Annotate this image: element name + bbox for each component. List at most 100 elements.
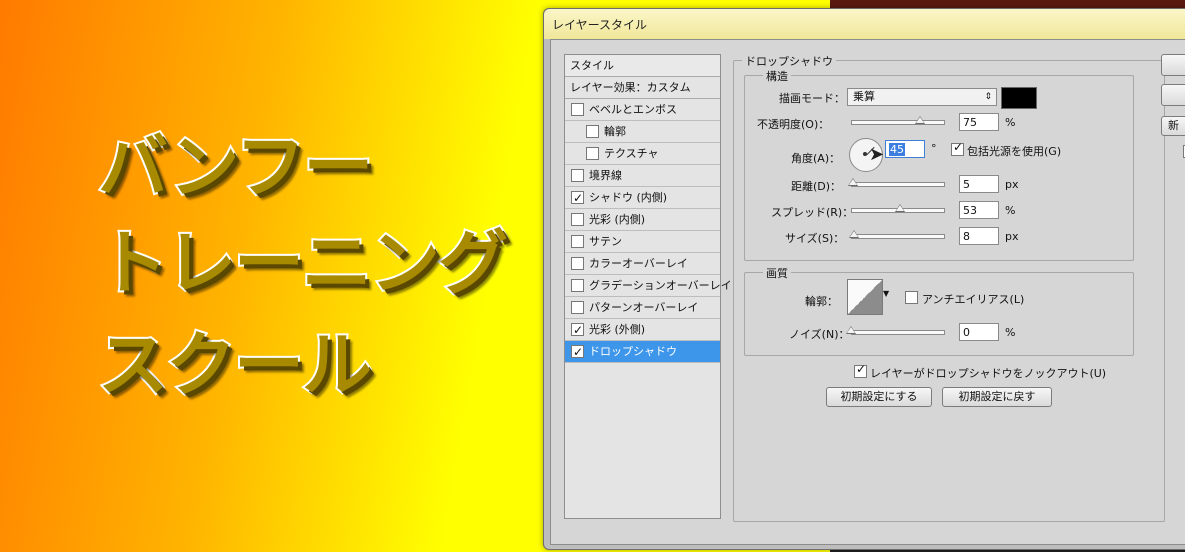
style-item-label: 光彩 (内側) [589,213,646,226]
checkmark-icon: ✓ [856,362,867,376]
style-list-item[interactable]: カラーオーバーレイ [565,253,720,275]
angle-input[interactable]: 45 [885,140,925,158]
style-list-item[interactable]: 境界線 [565,165,720,187]
size-label: サイズ(S)： [785,232,845,245]
dialog-body: スタイル レイヤー効果：カスタム ベベルとエンボス輪郭テクスチャ境界線 ✓ シャドウ… [550,39,1185,545]
distance-unit: px [1005,178,1019,191]
style-list-item[interactable]: ベベルとエンボス [565,99,720,121]
style-item-checkbox[interactable] [571,279,584,292]
blend-mode-select[interactable]: 乗算 ⇕ [847,88,997,106]
opacity-slider-thumb[interactable] [915,116,925,124]
distance-input[interactable]: 5 [959,175,999,193]
style-item-checkbox[interactable]: ✓ [571,191,584,205]
antialias-checkbox[interactable] [905,291,918,304]
distance-slider[interactable] [851,182,945,187]
style-list-item[interactable]: パターンオーバーレイ [565,297,720,319]
contour-label: 輪郭： [805,295,838,308]
style-list-item[interactable]: サテン [565,231,720,253]
global-light-checkbox[interactable]: ✓ [951,140,964,156]
opacity-label: 不透明度(O)： [757,118,830,131]
style-list-item[interactable]: テクスチャ [565,143,720,165]
checkmark-icon: ✓ [573,191,584,205]
style-item-checkbox[interactable] [571,235,584,248]
spread-slider-thumb[interactable] [894,204,905,212]
poster-line-2: トレーニング [96,222,510,304]
structure-group: 構造 描画モード： 乗算 ⇕ 不透明度(O)： 75 % 角度(A)： ➤ 45… [744,68,1134,261]
style-item-label: テクスチャ [604,147,659,160]
spread-unit: % [1005,204,1016,217]
spread-input[interactable]: 53 [959,201,999,219]
dialog-titlebar[interactable]: レイヤースタイル [544,9,1185,39]
new-style-button[interactable]: 新 [1161,116,1185,136]
style-item-checkbox[interactable]: ✓ [571,345,584,359]
style-item-label: グラデーションオーバーレイ [589,279,732,292]
size-input[interactable]: 8 [959,227,999,245]
style-list-item[interactable]: グラデーションオーバーレイ [565,275,732,297]
style-list-blending-options[interactable]: レイヤー効果：カスタム [565,77,720,99]
style-item-checkbox[interactable] [571,257,584,270]
poster-line-3: スクール [96,324,374,406]
contour-preview[interactable] [847,279,883,315]
blend-mode-value: 乗算 [853,90,875,103]
style-list: スタイル レイヤー効果：カスタム ベベルとエンボス輪郭テクスチャ境界線 ✓ シャドウ… [564,54,732,519]
poster-line-1: バンフー [96,126,375,208]
select-arrows-icon: ⇕ [984,92,992,102]
style-item-label: ベベルとエンボス [589,103,677,116]
style-list-item[interactable]: 輪郭 [565,121,720,143]
contour-dropdown-icon[interactable]: ▼ [883,289,889,298]
make-default-button[interactable]: 初期設定にする [826,387,932,407]
distance-slider-thumb[interactable] [847,178,858,186]
size-slider-thumb[interactable] [848,230,859,238]
style-item-checkbox[interactable] [571,103,584,116]
style-item-checkbox[interactable] [571,301,584,314]
checkmark-icon: ✓ [953,140,964,154]
opacity-slider[interactable] [851,120,945,125]
quality-group: 画質 輪郭： ▼ アンチエイリアス(L) ノイズ(N)： 0 % [744,265,1134,356]
opacity-unit: % [1005,116,1016,129]
drop-shadow-group: ドロップシャドウ 構造 描画モード： 乗算 ⇕ 不透明度(O)： 75 % 角度… [733,53,1165,522]
noise-unit: % [1005,326,1016,339]
style-item-label: 光彩 (外側) [589,323,646,336]
style-item-label: シャドウ (内側) [589,191,668,204]
style-item-checkbox[interactable] [586,147,599,160]
opacity-input[interactable]: 75 [959,113,999,131]
knockout-label[interactable]: レイヤーがドロップシャドウをノックアウト(U) [870,365,1106,381]
noise-slider-thumb[interactable] [846,326,856,334]
size-slider[interactable] [851,234,945,239]
style-item-label: 境界線 [589,169,622,182]
reset-default-button[interactable]: 初期設定に戻す [942,387,1052,407]
cursor-arrow-icon: ➤ [869,144,885,165]
style-item-label: 輪郭 [604,125,626,138]
layer-style-dialog: レイヤースタイル スタイル レイヤー効果：カスタム ベベルとエンボス輪郭テクスチ… [543,8,1185,550]
style-item-label: ドロップシャドウ [589,345,677,358]
style-item-label: サテン [589,235,622,248]
style-item-checkbox[interactable] [586,125,599,138]
distance-label: 距離(D)： [791,180,842,193]
ok-button[interactable] [1161,54,1185,76]
style-list-item[interactable]: ✓ 光彩 (外側) [565,319,720,341]
style-item-checkbox[interactable] [571,169,584,182]
structure-group-title: 構造 [763,68,791,84]
style-item-label: カラーオーバーレイ [589,257,688,270]
quality-group-title: 画質 [763,265,791,281]
style-item-checkbox[interactable] [571,213,584,226]
noise-slider[interactable] [851,330,945,335]
blend-mode-label: 描画モード： [779,92,845,105]
size-unit: px [1005,230,1019,243]
style-list-item[interactable]: 光彩 (内側) [565,209,720,231]
cancel-button[interactable] [1161,84,1185,106]
antialias-label[interactable]: アンチエイリアス(L) [922,291,1024,307]
spread-label: スプレッド(R)： [771,206,854,219]
checkmark-icon: ✓ [573,323,584,337]
noise-label: ノイズ(N)： [789,328,850,341]
knockout-checkbox[interactable]: ✓ [854,362,867,378]
style-list-item[interactable]: ✓ ドロップシャドウ [565,341,720,363]
drop-shadow-group-title: ドロップシャドウ [742,53,836,69]
dialog-title: レイヤースタイル [552,18,648,32]
noise-input[interactable]: 0 [959,323,999,341]
global-light-label[interactable]: 包括光源を使用(G) [967,143,1061,159]
style-item-checkbox[interactable]: ✓ [571,323,584,337]
style-list-header[interactable]: スタイル [565,55,720,77]
style-list-item[interactable]: ✓ シャドウ (内側) [565,187,720,209]
shadow-color-swatch[interactable] [1001,87,1037,109]
